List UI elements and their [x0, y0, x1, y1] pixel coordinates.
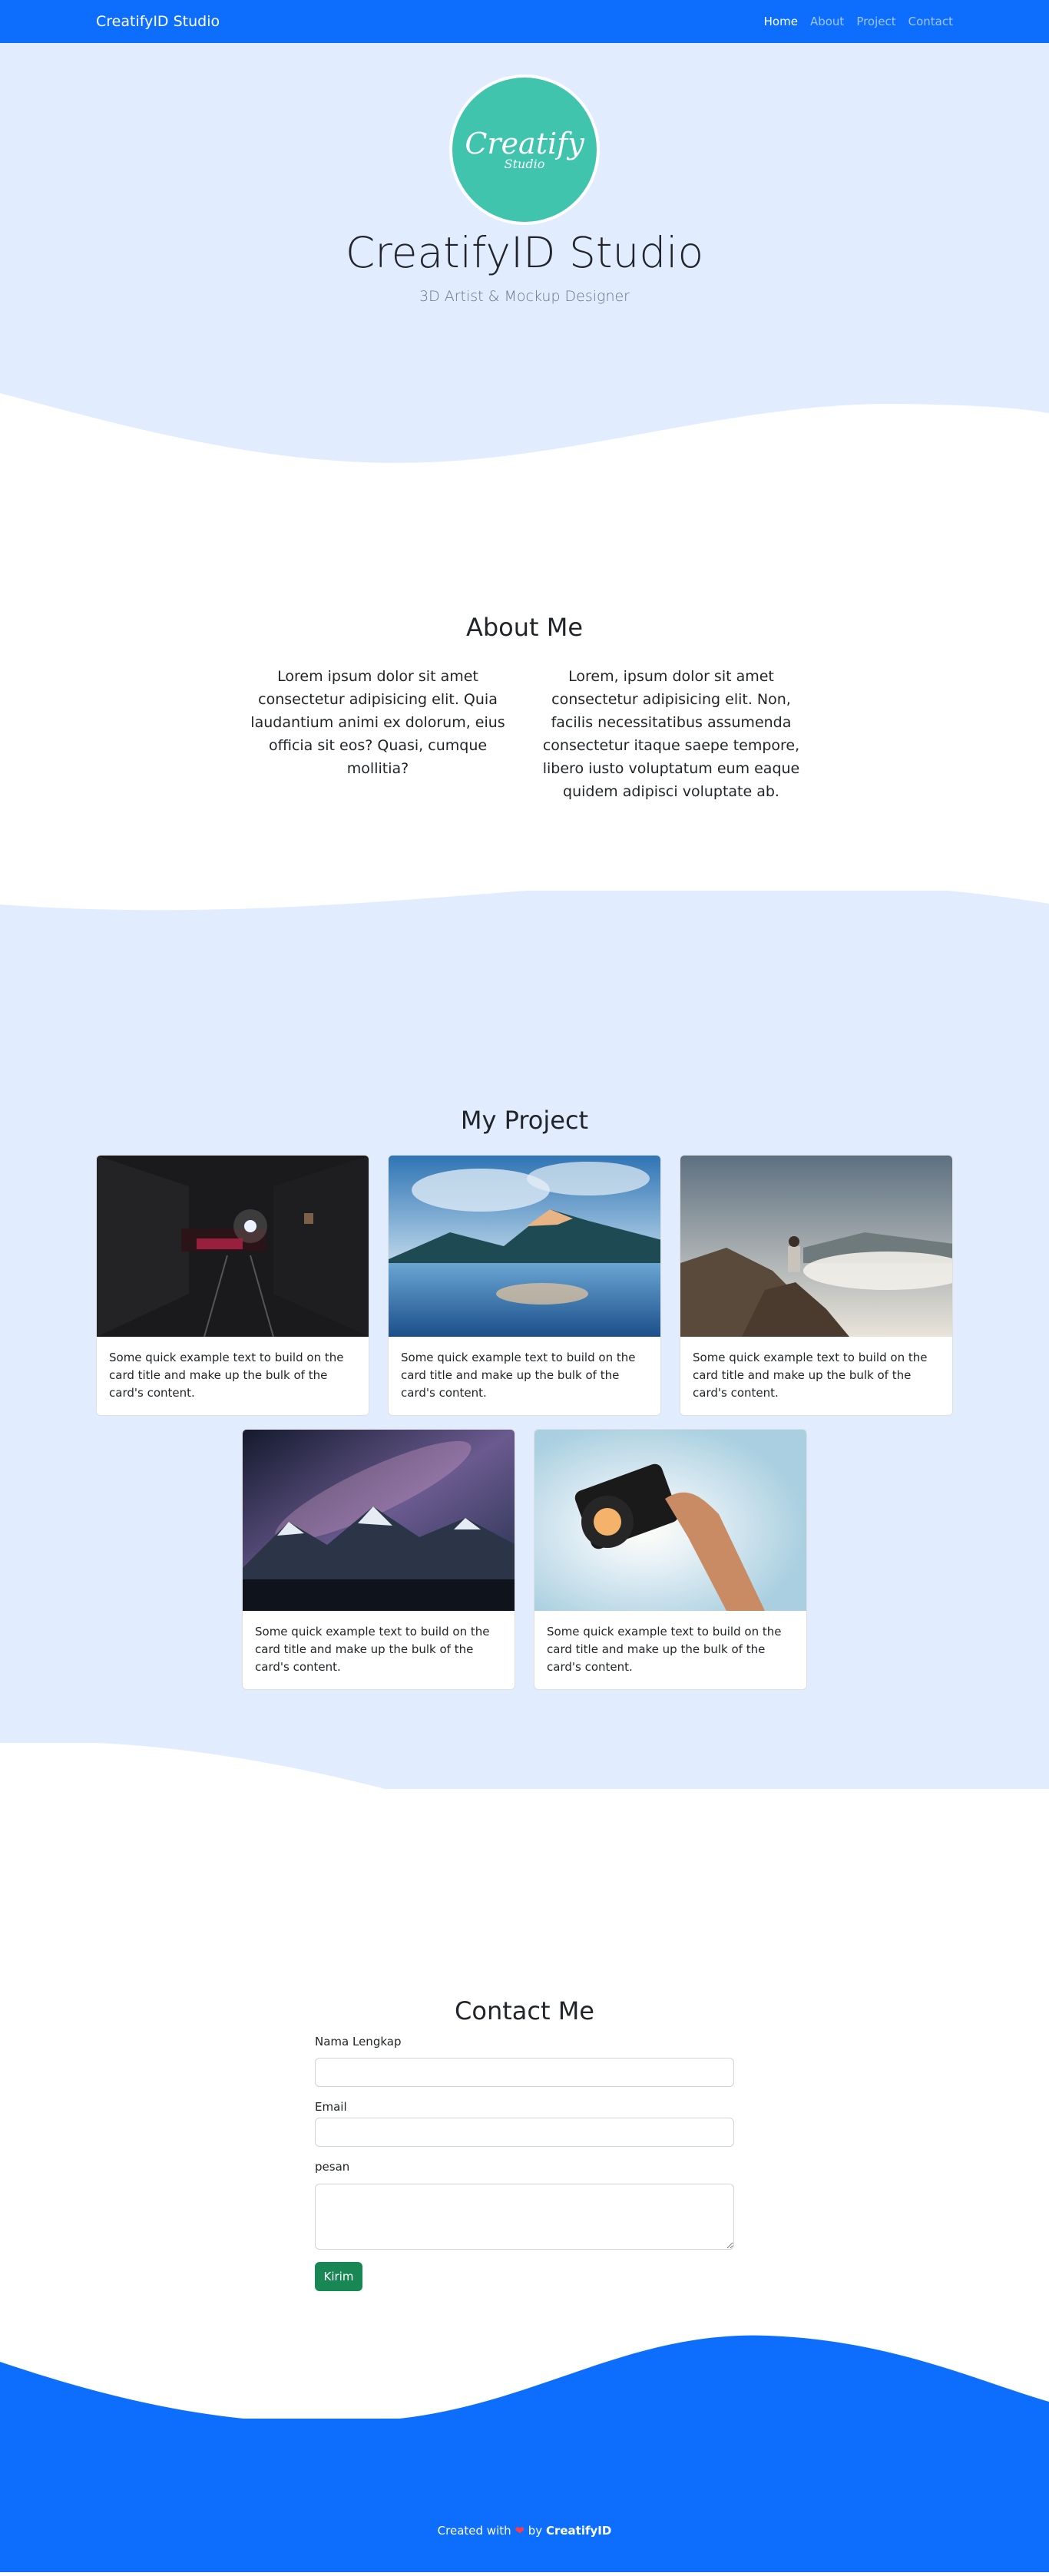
- nav-link-about[interactable]: About: [810, 15, 844, 28]
- about-title: About Me: [465, 613, 584, 642]
- footer-prefix: Created with: [437, 2524, 511, 2538]
- submit-button[interactable]: Kirim: [315, 2262, 362, 2291]
- project-card-4[interactable]: Some quick example text to build on the …: [242, 1429, 515, 1690]
- nav-link-contact[interactable]: Contact: [908, 15, 953, 28]
- project-wave-divider: [0, 1743, 1049, 1881]
- project-title: My Project: [460, 1106, 589, 1135]
- heart-icon: ❤: [515, 2524, 524, 2538]
- navbar: CreatifyID Studio Home About Project Con…: [0, 0, 1049, 43]
- project-card-2[interactable]: Some quick example text to build on the …: [388, 1155, 661, 1416]
- card-text: Some quick example text to build on the …: [255, 1625, 490, 1674]
- card-text: Some quick example text to build on the …: [547, 1625, 782, 1674]
- footer-author[interactable]: CreatifyID: [546, 2524, 611, 2538]
- logo-avatar: Creatify Studio: [449, 74, 600, 225]
- hero-wave-divider: [0, 393, 1049, 476]
- message-label: pesan: [315, 2160, 350, 2174]
- tunnel-photo: [97, 1156, 369, 1337]
- about-wave-divider: [0, 875, 1049, 911]
- contact-title: Contact Me: [455, 1996, 594, 2025]
- card-text: Some quick example text to build on the …: [109, 1351, 344, 1400]
- camera-in-hand-photo: [534, 1430, 806, 1611]
- project-card-3[interactable]: Some quick example text to build on the …: [680, 1155, 953, 1416]
- card-text: Some quick example text to build on the …: [693, 1351, 928, 1400]
- card-text: Some quick example text to build on the …: [401, 1351, 636, 1400]
- name-label: Nama Lengkap: [315, 2035, 402, 2049]
- project-card-5[interactable]: Some quick example text to build on the …: [534, 1429, 807, 1690]
- navbar-brand[interactable]: CreatifyID Studio: [96, 13, 220, 30]
- footer-bg: [0, 2419, 1049, 2572]
- about-paragraph-left: Lorem ipsum dolor sit amet consectetur a…: [250, 668, 505, 777]
- milky-way-mountains-photo: [243, 1430, 515, 1611]
- footer-wave-divider: [0, 2335, 1049, 2426]
- logo-text-sub: Studio: [504, 157, 545, 171]
- nav-link-project[interactable]: Project: [856, 15, 895, 28]
- project-card-1[interactable]: Some quick example text to build on the …: [96, 1155, 369, 1416]
- hero-subtitle: 3D Artist & Mockup Designer: [419, 288, 630, 305]
- footer-by: by: [528, 2524, 543, 2538]
- footer-credit: Created with ❤ by CreatifyID: [0, 2524, 1049, 2538]
- lake-mountain-photo: [389, 1156, 660, 1337]
- nav-links: Home About Project Contact: [764, 15, 953, 28]
- email-label: Email: [315, 2100, 347, 2114]
- photographer-cliff-photo: [680, 1156, 952, 1337]
- name-input[interactable]: [315, 2058, 734, 2087]
- logo-text-main: Creatify: [465, 127, 584, 160]
- hero-title: CreatifyID Studio: [345, 228, 704, 277]
- nav-link-home[interactable]: Home: [764, 15, 798, 28]
- message-textarea[interactable]: [315, 2184, 734, 2250]
- about-paragraph-right: Lorem, ipsum dolor sit amet consectetur …: [542, 668, 800, 800]
- email-input[interactable]: [315, 2118, 734, 2147]
